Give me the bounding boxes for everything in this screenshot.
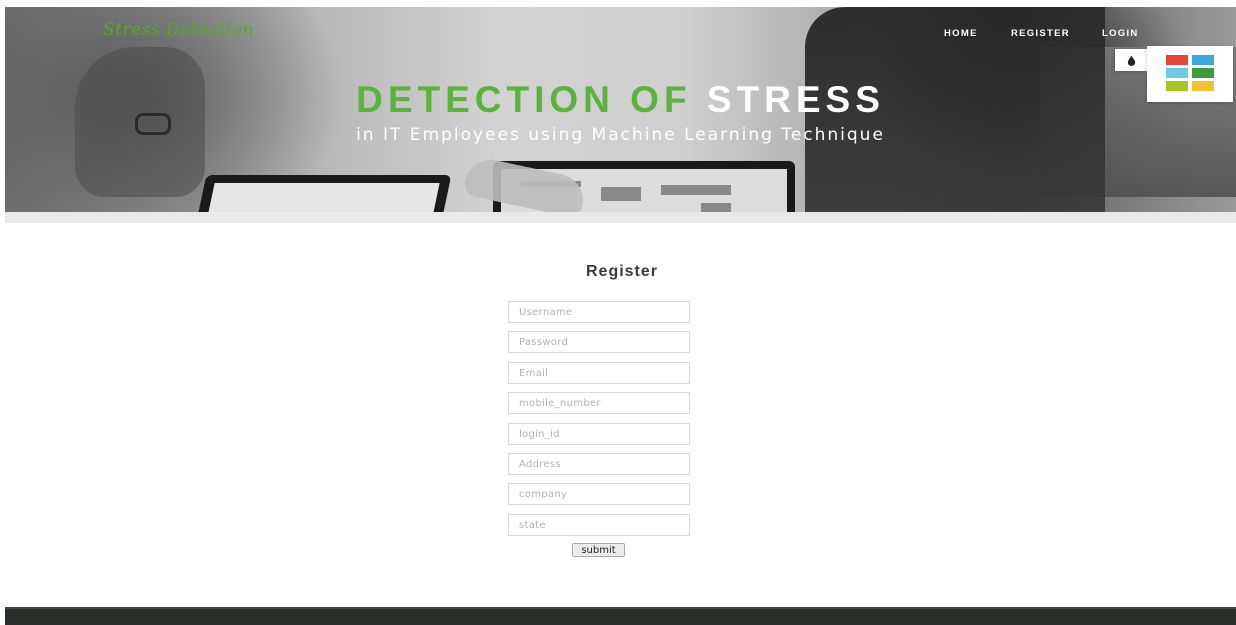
- color-swatch-lightblue[interactable]: [1166, 68, 1188, 78]
- style-switcher-toggle[interactable]: [1115, 49, 1147, 71]
- username-field[interactable]: [508, 301, 690, 323]
- color-swatch-yellow[interactable]: [1192, 81, 1214, 91]
- droplet-icon: [1127, 55, 1135, 66]
- nav-home[interactable]: HOME: [944, 28, 978, 39]
- state-field[interactable]: [508, 514, 690, 536]
- nav-login[interactable]: LOGIN: [1102, 28, 1139, 39]
- password-field[interactable]: [508, 331, 690, 353]
- address-field[interactable]: [508, 453, 690, 475]
- color-swatch-red[interactable]: [1166, 55, 1188, 65]
- hero-title-green: DETECTION OF: [356, 79, 692, 120]
- form-title: Register: [585, 263, 659, 280]
- brand-logo[interactable]: Stress Detection: [103, 20, 254, 40]
- hero-banner: Stress Detection HOME REGISTER LOGIN DET…: [5, 7, 1236, 223]
- hero-table: [5, 212, 1236, 223]
- mobile-number-field[interactable]: [508, 392, 690, 414]
- color-swatch-blue[interactable]: [1192, 55, 1214, 65]
- login-id-field[interactable]: [508, 423, 690, 445]
- hero-title-white: STRESS: [706, 79, 885, 120]
- email-field[interactable]: [508, 362, 690, 384]
- hero-subtitle: in IT Employees using Machine Learning T…: [356, 125, 885, 145]
- color-swatch-lime[interactable]: [1166, 81, 1188, 91]
- hero-title: DETECTION OF STRESS: [5, 79, 1236, 121]
- submit-button[interactable]: submit: [572, 543, 625, 557]
- company-field[interactable]: [508, 483, 690, 505]
- style-switcher-panel: [1147, 46, 1233, 102]
- footer-bar: [5, 607, 1236, 625]
- nav-register[interactable]: REGISTER: [1011, 28, 1070, 39]
- color-swatch-green[interactable]: [1192, 68, 1214, 78]
